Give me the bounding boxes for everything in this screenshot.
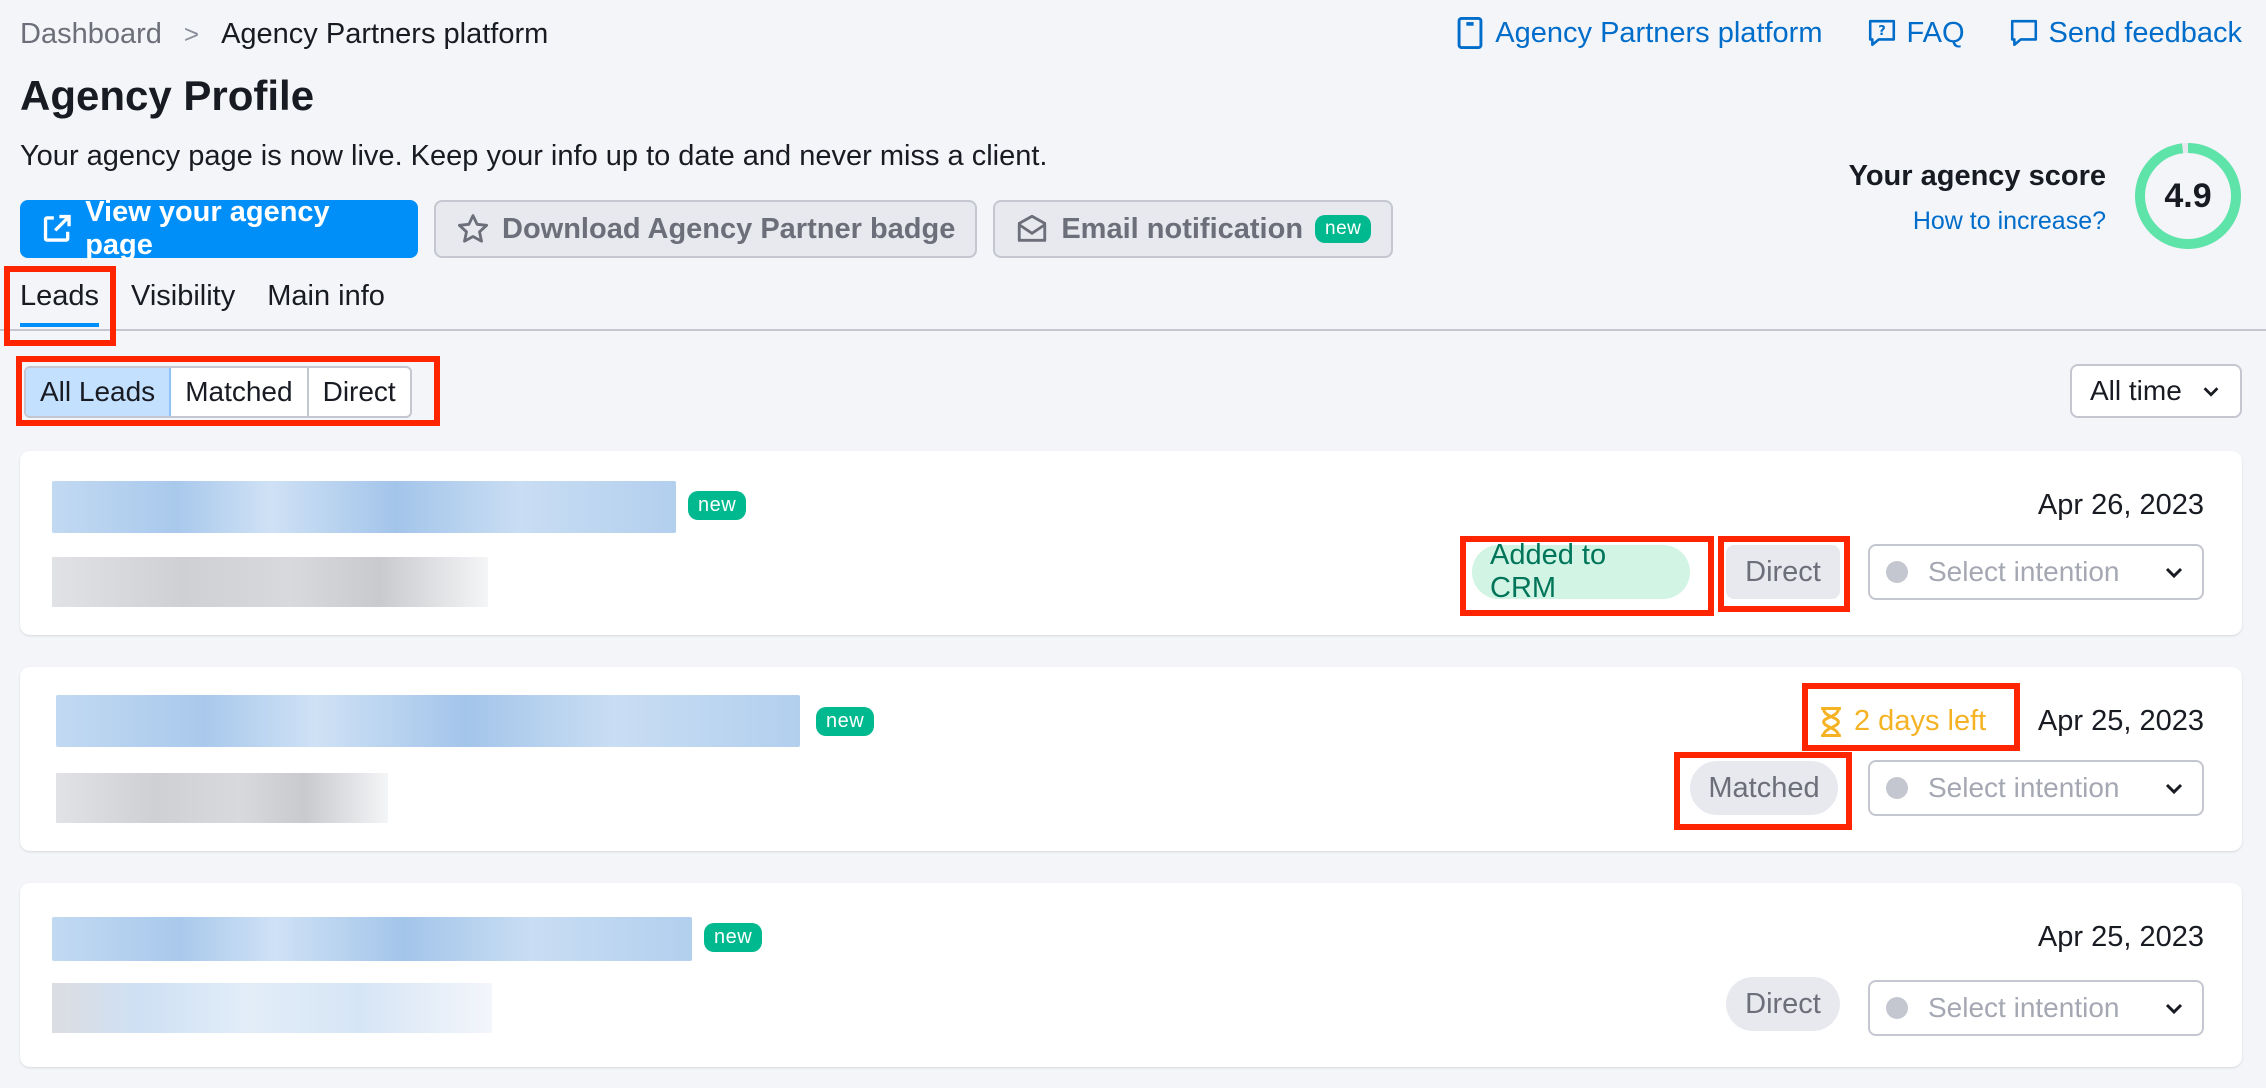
view-agency-page-label: View your agency page xyxy=(85,196,330,261)
breadcrumb: Dashboard > Agency Partners platform xyxy=(20,18,548,51)
filter-direct[interactable]: Direct xyxy=(309,368,410,416)
lead-date: Apr 26, 2023 xyxy=(2037,489,2204,521)
intention-dot-icon xyxy=(1886,561,1908,583)
tab-visibility[interactable]: Visibility xyxy=(131,280,235,327)
lead-type-badge: Direct xyxy=(1726,977,1840,1031)
faq-icon: ? xyxy=(1868,19,1895,47)
chevron-down-icon xyxy=(2165,567,2183,579)
how-to-increase-link[interactable]: How to increase? xyxy=(1849,207,2106,236)
intention-placeholder: Select intention xyxy=(1928,772,2120,803)
lead-card[interactable]: new Apr 25, 2023 Direct Select intention xyxy=(20,883,2242,1067)
lead-details-redacted xyxy=(52,983,492,1033)
lead-card[interactable]: new Apr 26, 2023 Added to CRM Direct Sel… xyxy=(20,451,2242,635)
agency-platform-label: Agency Partners platform xyxy=(1495,16,1823,49)
lead-date: Apr 25, 2023 xyxy=(2037,921,2204,953)
feedback-icon xyxy=(2010,19,2037,47)
days-left-indicator: 2 days left xyxy=(1818,705,1986,738)
top-links: Agency Partners platform ? FAQ Send feed… xyxy=(1455,16,2242,50)
lead-type-badge: Direct xyxy=(1726,545,1840,599)
lead-type-badge: Matched xyxy=(1690,761,1838,815)
download-badge-label: Download Agency Partner badge xyxy=(502,212,956,245)
crm-status-badge: Added to CRM xyxy=(1472,539,1690,604)
chevron-down-icon xyxy=(2203,387,2219,397)
new-badge: new xyxy=(688,491,747,520)
lead-name-redacted xyxy=(56,695,800,747)
lead-details-redacted xyxy=(52,557,488,607)
new-badge: new xyxy=(1315,215,1372,243)
action-buttons: View your agency page Download Agency Pa… xyxy=(20,196,1394,261)
filter-matched[interactable]: Matched xyxy=(171,368,309,416)
new-badge: new xyxy=(704,923,763,952)
days-left-label: 2 days left xyxy=(1854,705,1987,737)
tab-main-info[interactable]: Main info xyxy=(267,280,385,327)
faq-label: FAQ xyxy=(1906,16,1965,49)
breadcrumb-dashboard[interactable]: Dashboard xyxy=(20,18,162,51)
time-range-select[interactable]: All time xyxy=(2070,364,2242,418)
tab-leads[interactable]: Leads xyxy=(20,280,100,327)
lead-name-redacted xyxy=(52,917,692,961)
star-icon xyxy=(457,214,489,243)
intention-dot-icon xyxy=(1886,997,1908,1019)
lead-name-redacted xyxy=(52,481,676,533)
intention-dot-icon xyxy=(1886,777,1908,799)
lead-type-filter: All Leads Matched Direct xyxy=(24,366,412,418)
profile-tabs: Leads Visibility Main info xyxy=(20,280,385,327)
hourglass-icon xyxy=(1821,706,1841,737)
send-feedback-label: Send feedback xyxy=(2048,16,2242,49)
mail-icon xyxy=(1018,214,1047,242)
agency-score: Your agency score How to increase? xyxy=(1849,160,2106,236)
agency-score-value: 4.9 xyxy=(2164,176,2212,215)
lead-date: Apr 25, 2023 xyxy=(2037,705,2204,737)
new-badge: new xyxy=(816,707,875,736)
agency-platform-link[interactable]: Agency Partners platform xyxy=(1455,16,1823,50)
page-subtitle: Your agency page is now live. Keep your … xyxy=(20,140,1048,172)
tabs-divider xyxy=(0,329,2266,331)
faq-link[interactable]: ? FAQ xyxy=(1867,16,1965,50)
svg-text:?: ? xyxy=(1878,24,1885,39)
view-agency-page-button[interactable]: View your agency page xyxy=(20,196,418,261)
score-ring: 4.9 xyxy=(2132,140,2244,252)
download-badge-button[interactable]: Download Agency Partner badge xyxy=(434,200,978,258)
filter-all-leads[interactable]: All Leads xyxy=(26,368,172,416)
intention-select[interactable]: Select intention xyxy=(1868,980,2204,1036)
breadcrumb-separator: > xyxy=(183,19,200,49)
intention-select[interactable]: Select intention xyxy=(1868,544,2204,600)
send-feedback-link[interactable]: Send feedback xyxy=(2009,16,2242,50)
lead-details-redacted xyxy=(56,773,388,823)
chevron-down-icon xyxy=(2165,1003,2183,1015)
chevron-down-icon xyxy=(2165,783,2183,795)
lead-card[interactable]: new 2 days left Apr 25, 2023 Matched Sel… xyxy=(20,667,2242,851)
email-notification-button[interactable]: Email notification new xyxy=(993,200,1394,258)
intention-placeholder: Select intention xyxy=(1928,992,2120,1023)
page-title: Agency Profile xyxy=(20,72,315,119)
email-notification-label: Email notification xyxy=(1061,212,1304,245)
time-range-value: All time xyxy=(2090,375,2182,406)
breadcrumb-current: Agency Partners platform xyxy=(221,18,549,50)
intention-select[interactable]: Select intention xyxy=(1868,760,2204,816)
document-icon xyxy=(1457,16,1483,50)
agency-score-title: Your agency score xyxy=(1848,160,2106,192)
external-link-icon xyxy=(43,214,71,242)
intention-placeholder: Select intention xyxy=(1928,556,2120,587)
